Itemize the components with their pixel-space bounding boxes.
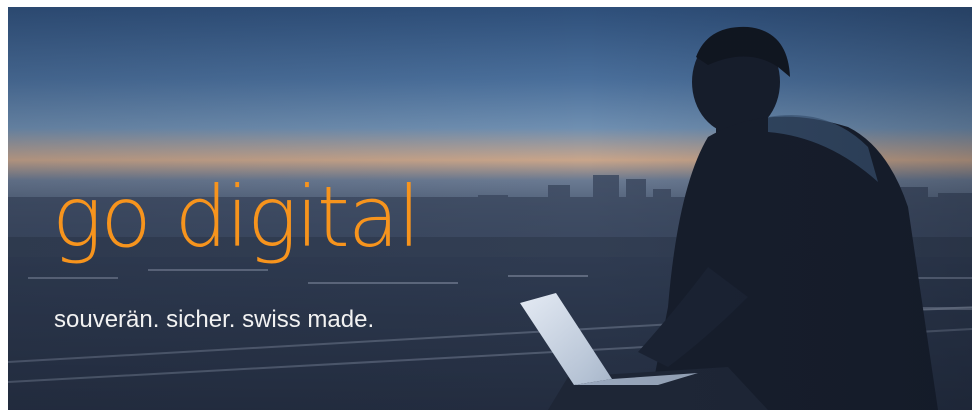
tagline: souverän. sicher. swiss made. [54,306,375,333]
headline: go digital [52,168,421,266]
hero-banner: go digital souverän. sicher. swiss made. [8,7,972,410]
